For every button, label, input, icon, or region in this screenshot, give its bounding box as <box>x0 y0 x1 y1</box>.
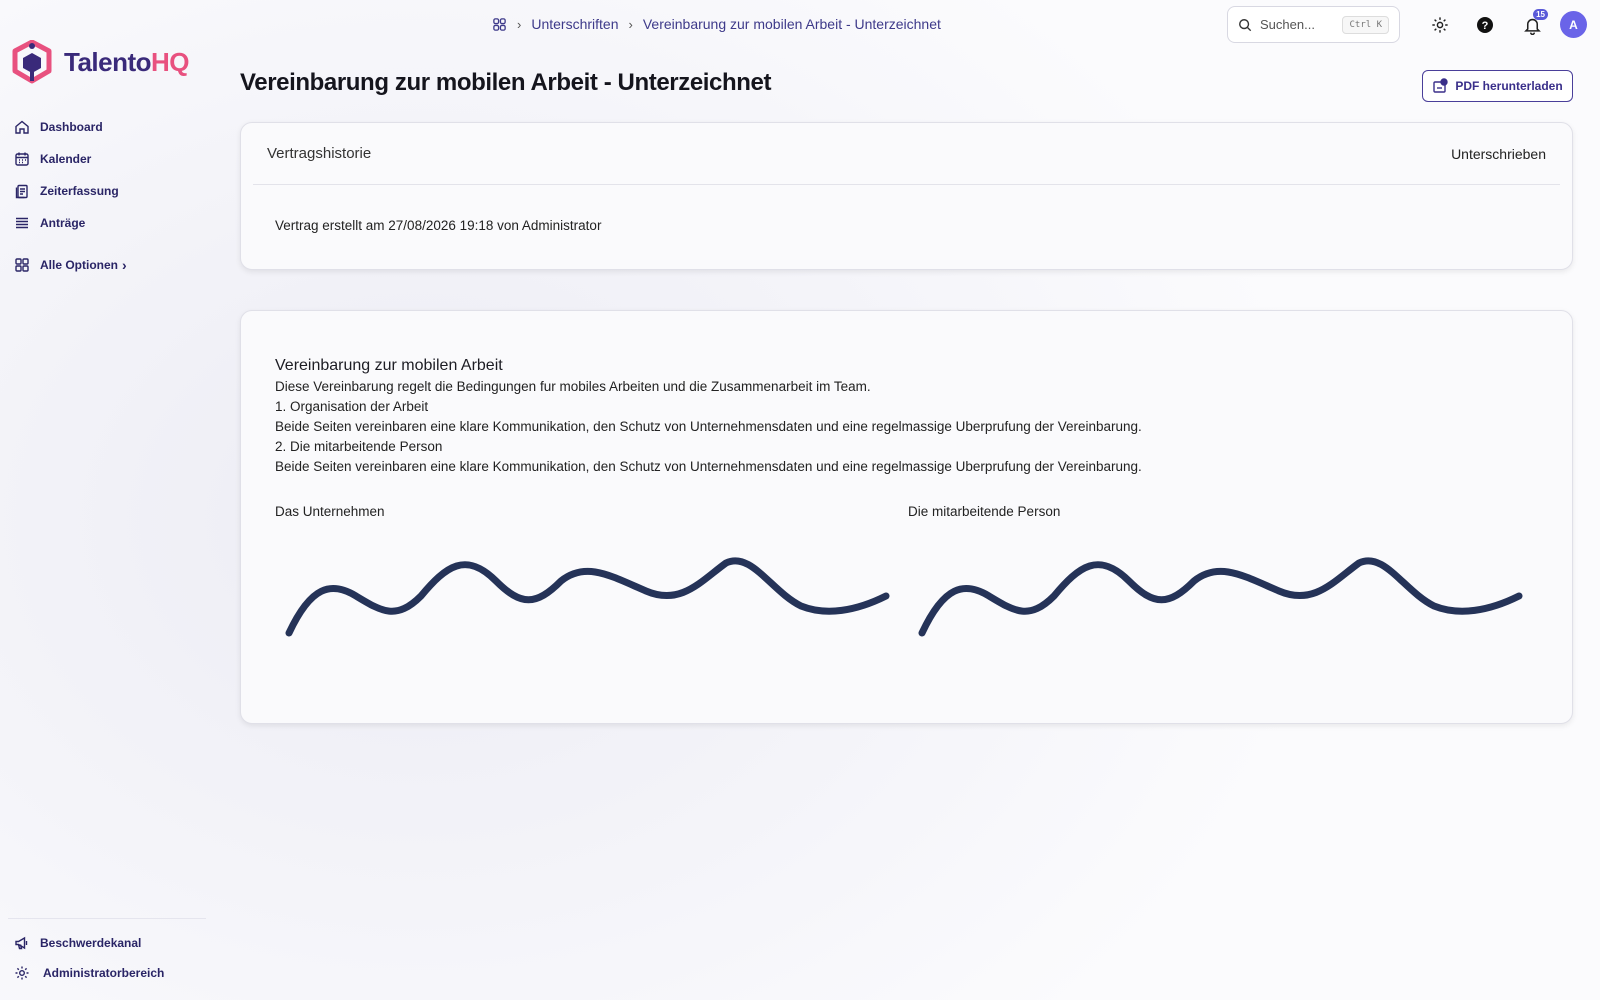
sidebar-divider <box>8 918 206 919</box>
home-icon <box>15 120 29 134</box>
breadcrumb-item-unterschriften[interactable]: Unterschriften <box>531 16 618 32</box>
document-line: Beide Seiten vereinbaren eine klare Komm… <box>275 419 1142 434</box>
sidebar-item-zeiterfassung[interactable]: Zeiterfassung <box>14 175 127 207</box>
sidebar-item-label: Dashboard <box>40 120 103 134</box>
logo-icon <box>12 40 52 84</box>
search-shortcut: Ctrl K <box>1342 15 1389 34</box>
list-icon <box>16 217 28 229</box>
sidebar-item-label: Alle Optionen <box>40 258 118 272</box>
status-badge: Unterschrieben <box>1451 145 1546 162</box>
document-line: Beide Seiten vereinbaren eine klare Komm… <box>275 459 1142 474</box>
sidebar-item-beschwerdekanal[interactable]: Beschwerdekanal <box>14 928 164 958</box>
contract-history-card: Vertragshistorie Unterschrieben Vertrag … <box>240 122 1573 270</box>
calendar-icon <box>15 152 29 166</box>
search-placeholder: Suchen... <box>1260 17 1315 32</box>
contract-history-title: Vertragshistorie <box>267 145 372 162</box>
search-input[interactable]: Suchen... Ctrl K <box>1227 6 1400 43</box>
sidebar-item-dashboard[interactable]: Dashboard <box>14 111 127 143</box>
sidebar-nav: Dashboard Kalender Zeiterfassung Anträge… <box>14 111 127 281</box>
document-line: 1. Organisation der Arbeit <box>275 399 429 414</box>
signature-company <box>285 557 890 637</box>
grid-icon <box>15 258 29 272</box>
pdf-download-icon <box>1433 78 1449 93</box>
sidebar-item-label: Zeiterfassung <box>40 184 119 198</box>
clipboard-icon <box>15 184 28 199</box>
chevron-right-icon: › <box>122 257 127 273</box>
sidebar-item-label: Administratorbereich <box>43 966 165 980</box>
svg-text:?: ? <box>1482 20 1489 32</box>
gear-icon <box>15 966 29 980</box>
signature-employee-label: Die mitarbeitende Person <box>908 504 1061 519</box>
download-pdf-button[interactable]: PDF herunterladen <box>1422 70 1573 102</box>
sidebar-item-label: Kalender <box>40 152 92 166</box>
grid-icon[interactable] <box>492 17 507 32</box>
logo-text: TalentoHQ <box>64 46 190 77</box>
help-icon: ? <box>1477 17 1493 33</box>
search-icon <box>1239 18 1252 31</box>
signature-company-label: Das Unternehmen <box>275 504 385 519</box>
sidebar-item-administratorbereich[interactable]: Administratorbereich <box>14 958 164 988</box>
document-line: 2. Die mitarbeitende Person <box>275 439 443 454</box>
document-line: Diese Vereinbarung regelt die Bedingunge… <box>275 379 871 394</box>
sidebar-item-label: Anträge <box>40 216 86 230</box>
breadcrumb-item-current: Vereinbarung zur mobilen Arbeit - Unterz… <box>642 16 941 32</box>
chevron-right-icon: › <box>628 16 633 32</box>
page-title: Vereinbarung zur mobilen Arbeit - Unterz… <box>240 69 772 96</box>
chevron-right-icon: › <box>517 16 522 32</box>
gear-icon <box>1432 17 1448 33</box>
contract-history-header: Vertragshistorie Unterschrieben <box>253 123 1560 185</box>
history-entry: Vertrag erstellt am 27/08/2026 19:18 von… <box>275 218 602 233</box>
sidebar-item-alle-optionen[interactable]: Alle Optionen › <box>14 249 127 281</box>
notification-badge: 15 <box>1533 9 1548 20</box>
download-pdf-label: PDF herunterladen <box>1455 79 1563 93</box>
breadcrumb: › Unterschriften › Vereinbarung zur mobi… <box>492 16 941 32</box>
settings-button[interactable] <box>1429 14 1451 36</box>
sidebar-bottom-nav: Beschwerdekanal Administratorbereich <box>14 928 164 988</box>
logo[interactable]: TalentoHQ <box>12 40 190 84</box>
signature-employee <box>918 557 1523 637</box>
document-card: Vereinbarung zur mobilen Arbeit Diese Ve… <box>240 310 1573 724</box>
document-body: Vereinbarung zur mobilen Arbeit Diese Ve… <box>275 357 1545 477</box>
sidebar-item-kalender[interactable]: Kalender <box>14 143 127 175</box>
document-title: Vereinbarung zur mobilen Arbeit <box>275 357 503 374</box>
avatar[interactable]: A <box>1560 11 1587 38</box>
sidebar-item-antraege[interactable]: Anträge <box>14 207 127 239</box>
sidebar: TalentoHQ Dashboard Kalender Zeiterfassu… <box>0 0 210 1000</box>
notifications-button[interactable]: 15 <box>1521 9 1548 36</box>
sidebar-item-label: Beschwerdekanal <box>40 936 142 950</box>
megaphone-icon <box>15 936 28 950</box>
help-button[interactable]: ? <box>1474 14 1496 36</box>
